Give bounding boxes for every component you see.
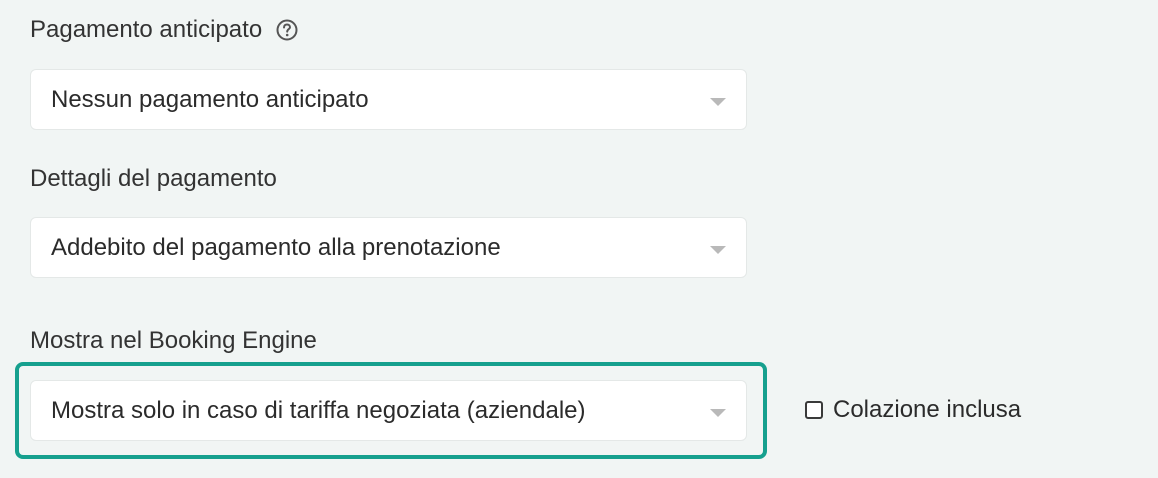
- payment-details-select[interactable]: Addebito del pagamento alla prenotazione: [30, 217, 747, 278]
- chevron-down-icon: [710, 245, 726, 254]
- breakfast-checkbox[interactable]: [805, 401, 823, 419]
- payment-advance-label-row: Pagamento anticipato: [30, 18, 298, 42]
- payment-advance-value: Nessun pagamento anticipato: [51, 85, 369, 113]
- payment-advance-select[interactable]: Nessun pagamento anticipato: [30, 69, 747, 130]
- chevron-down-icon: [710, 408, 726, 417]
- payment-details-value: Addebito del pagamento alla prenotazione: [51, 233, 501, 261]
- booking-engine-select[interactable]: Mostra solo in caso di tariffa negoziata…: [30, 380, 747, 441]
- payment-advance-label: Pagamento anticipato: [30, 16, 263, 43]
- booking-engine-value: Mostra solo in caso di tariffa negoziata…: [51, 396, 586, 424]
- booking-engine-label-row: Mostra nel Booking Engine: [30, 329, 317, 353]
- payment-details-label: Dettagli del pagamento: [30, 165, 277, 192]
- payment-details-label-row: Dettagli del pagamento: [30, 167, 277, 191]
- booking-engine-label: Mostra nel Booking Engine: [30, 327, 317, 354]
- chevron-down-icon: [710, 97, 726, 106]
- breakfast-label: Colazione inclusa: [833, 396, 1022, 423]
- question-circle-icon[interactable]: [276, 19, 298, 41]
- breakfast-checkbox-row[interactable]: Colazione inclusa: [805, 396, 1021, 424]
